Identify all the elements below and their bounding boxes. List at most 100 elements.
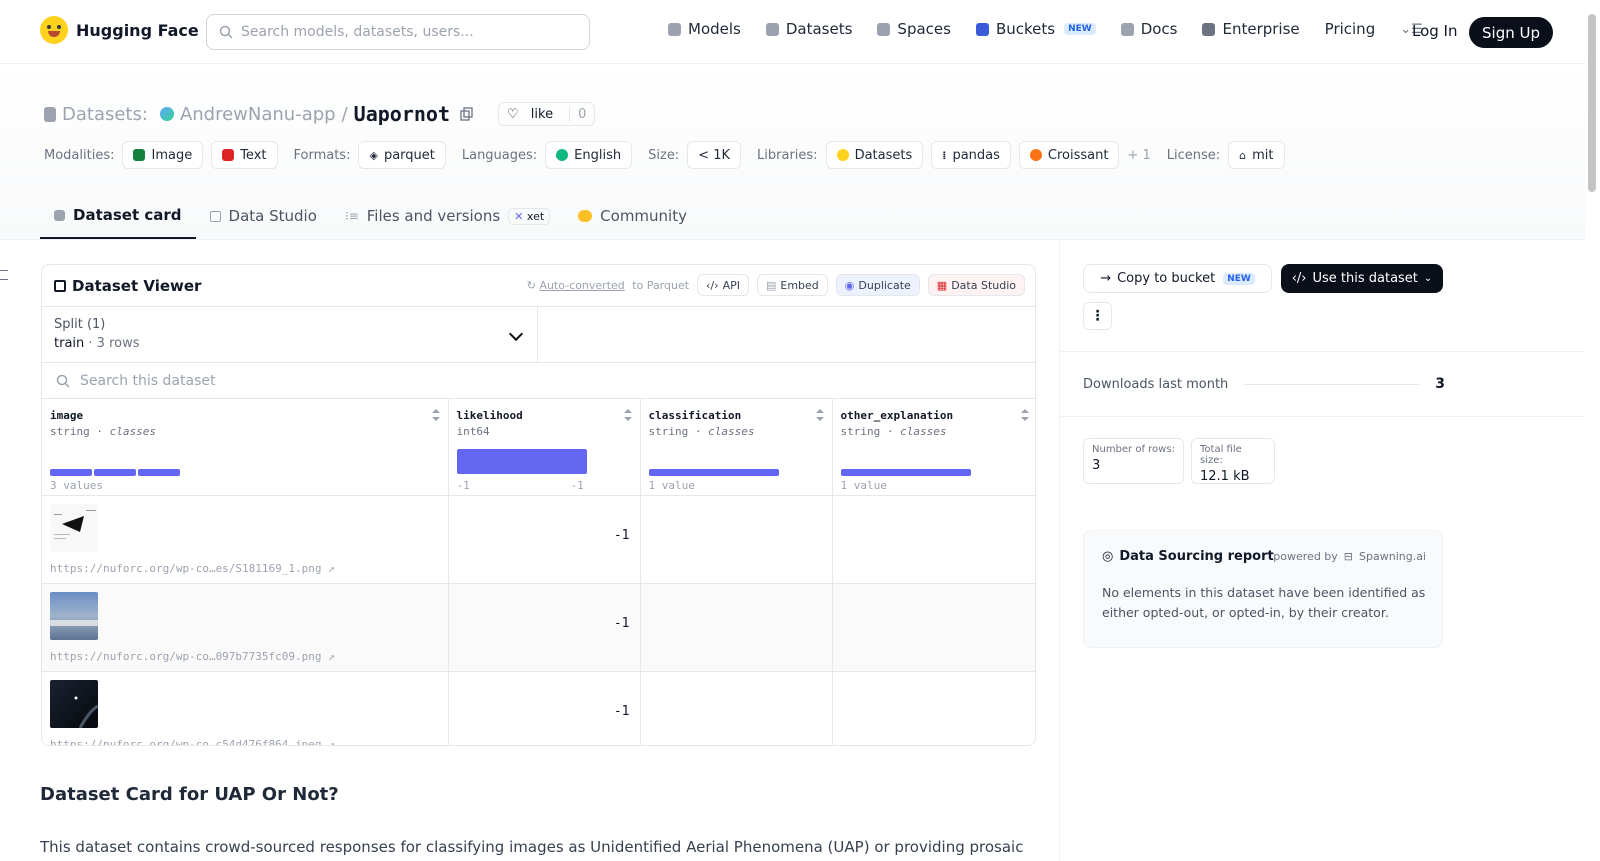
other-explanation-cell[interactable] — [832, 583, 1035, 672]
sidebar-divider — [1059, 240, 1060, 861]
api-button[interactable]: ‹/› API — [697, 274, 749, 296]
nav-models[interactable]: Models — [668, 20, 741, 38]
image-icon — [133, 149, 146, 161]
tab-files-and-versions[interactable]: ⁝≡ Files and versions ✕ xet — [331, 193, 564, 239]
tab-data-studio[interactable]: Data Studio — [196, 193, 331, 239]
owner-link[interactable]: AndrewNanu-app — [180, 104, 336, 125]
image-thumbnail[interactable] — [50, 591, 98, 640]
column-stat-max: -1 — [570, 479, 584, 492]
repo-name[interactable]: Uapornot — [354, 102, 450, 126]
other-explanation-cell[interactable] — [832, 495, 1035, 584]
copy-icon[interactable] — [460, 107, 474, 121]
sort-icon[interactable] — [1021, 409, 1029, 421]
tab-community[interactable]: Community — [564, 193, 701, 239]
pandas-icon: ⁞ — [942, 148, 947, 162]
license-chip[interactable]: ⌂ mit — [1228, 141, 1285, 169]
nav-buckets[interactable]: Buckets NEW — [975, 20, 1096, 38]
split-value: train · 3 rows — [54, 336, 140, 351]
sort-icon[interactable] — [431, 409, 440, 421]
copy-to-bucket-button[interactable]: → Copy to bucket NEW — [1083, 264, 1272, 293]
column-header-likelihood[interactable]: likelihood int64 -1 -1 — [448, 399, 641, 496]
histogram-bar[interactable] — [456, 449, 587, 474]
classification-cell[interactable] — [640, 583, 833, 672]
nav-datasets[interactable]: Datasets — [765, 20, 852, 38]
classification-cell[interactable] — [640, 671, 833, 745]
column-header-classification[interactable]: classification string · classes 1 value — [640, 399, 833, 496]
like-button[interactable]: ♡ like 0 — [497, 102, 596, 126]
histogram-bar[interactable] — [648, 469, 779, 476]
dataset-card-heading: Dataset Card for UAP Or Not? — [40, 784, 339, 805]
duplicate-button[interactable]: ◉ Duplicate — [835, 274, 920, 296]
file-size-label: Total file size: — [1200, 444, 1242, 466]
image-thumbnail[interactable] — [50, 503, 98, 552]
image-url-link[interactable]: https://nuforc.org/wp-co…c54d476f864.jpe… — [50, 737, 440, 746]
sort-icon[interactable] — [623, 409, 632, 421]
data-studio-button[interactable]: ▦ Data Studio — [927, 274, 1025, 296]
database-icon — [765, 22, 779, 36]
more-options-button[interactable]: ⋮ — [1083, 302, 1112, 330]
other-explanation-cell[interactable] — [832, 671, 1035, 745]
viewer-title: Dataset Viewer — [54, 277, 201, 295]
sort-icon[interactable] — [815, 409, 824, 421]
image-url-link[interactable]: https://nuforc.org/wp-co…es/S181169_1.pn… — [50, 562, 440, 575]
image-url-link[interactable]: https://nuforc.org/wp-co…097b7735fc09.pn… — [50, 650, 440, 663]
modality-image-chip[interactable]: Image — [122, 141, 204, 169]
image-cell[interactable]: https://nuforc.org/wp-co…097b7735fc09.pn… — [42, 583, 449, 672]
avatar — [159, 107, 174, 121]
histogram-bar[interactable] — [840, 469, 971, 476]
embed-button[interactable]: ▤ Embed — [756, 274, 828, 296]
column-stat-min: -1 — [456, 479, 470, 492]
image-cell[interactable]: https://nuforc.org/wp-co…es/S181169_1.pn… — [42, 495, 449, 584]
signup-button[interactable]: Sign Up — [1469, 17, 1553, 48]
size-chip[interactable]: < 1K — [687, 141, 742, 169]
powered-by[interactable]: powered by ⊟ Spawning.ai — [1273, 550, 1426, 563]
split-selector[interactable]: Split (1) train · 3 rows — [42, 307, 538, 362]
classification-cell[interactable] — [640, 495, 833, 584]
auto-converted-info[interactable]: ↻ Auto-converted to Parquet — [527, 279, 689, 292]
dataset-search-input[interactable]: Search this dataset — [42, 363, 1035, 399]
histogram-bar[interactable] — [50, 469, 92, 476]
table-row[interactable]: https://nuforc.org/wp-co…es/S181169_1.pn… — [42, 495, 1035, 584]
side-panel-toggle-icon[interactable] — [0, 270, 8, 280]
library-croissant-chip[interactable]: Croissant — [1018, 141, 1120, 169]
image-thumbnail[interactable] — [50, 679, 99, 729]
format-chip[interactable]: ◈ parquet — [358, 141, 446, 169]
language-chip[interactable]: English — [545, 141, 633, 169]
column-header-other-explanation[interactable]: other_explanation string · classes 1 val… — [832, 399, 1035, 496]
nav-enterprise[interactable]: Enterprise — [1202, 20, 1300, 38]
chevron-down-icon: ⌄ — [1423, 273, 1433, 284]
image-cell[interactable]: https://nuforc.org/wp-co…c54d476f864.jpe… — [42, 671, 449, 746]
libraries-more[interactable]: + 1 — [1127, 148, 1150, 163]
xet-badge: ✕ xet — [508, 207, 551, 225]
global-search-input[interactable]: Search models, datasets, users... — [206, 14, 590, 50]
like-label-wrap: ♡ like — [506, 106, 554, 122]
histogram-bar[interactable] — [94, 469, 136, 476]
cube-icon — [668, 22, 681, 36]
tab-dataset-card[interactable]: Dataset card — [40, 193, 196, 239]
likelihood-cell[interactable]: -1 — [448, 671, 641, 745]
library-datasets-chip[interactable]: Datasets — [825, 141, 924, 169]
nav-pricing[interactable]: Pricing — [1325, 20, 1376, 38]
histogram-bar[interactable] — [138, 469, 180, 476]
column-header-image[interactable]: image string · classes 3 values — [42, 399, 449, 496]
table-row[interactable]: https://nuforc.org/wp-co…097b7735fc09.pn… — [42, 583, 1035, 672]
downloads-sparkline — [1244, 383, 1420, 385]
external-link-icon: ↗ — [328, 737, 335, 746]
downloads-stat: Downloads last month 3 — [1083, 376, 1445, 392]
modality-text-chip[interactable]: Text — [211, 141, 278, 169]
likelihood-cell[interactable]: -1 — [448, 495, 641, 584]
nav-spaces[interactable]: Spaces — [877, 20, 951, 38]
table-row[interactable]: https://nuforc.org/wp-co…c54d476f864.jpe… — [42, 671, 1035, 746]
likelihood-cell[interactable]: -1 — [448, 583, 641, 672]
use-this-dataset-button[interactable]: ‹/› Use this dataset ⌄ — [1281, 264, 1443, 293]
library-pandas-chip[interactable]: ⁞ pandas — [931, 141, 1011, 169]
datasets-label[interactable]: Datasets: — [62, 104, 148, 125]
page-scrollbar[interactable] — [1588, 14, 1596, 192]
external-link-icon: ↗ — [328, 561, 335, 575]
login-link[interactable]: Log In — [1412, 22, 1458, 40]
nav-docs[interactable]: Docs — [1120, 20, 1177, 38]
brand-logo[interactable]: Hugging Face — [40, 16, 199, 44]
sidebar-separator — [1060, 351, 1585, 352]
external-link-icon: ↗ — [328, 649, 335, 663]
new-badge: NEW — [1223, 272, 1255, 285]
